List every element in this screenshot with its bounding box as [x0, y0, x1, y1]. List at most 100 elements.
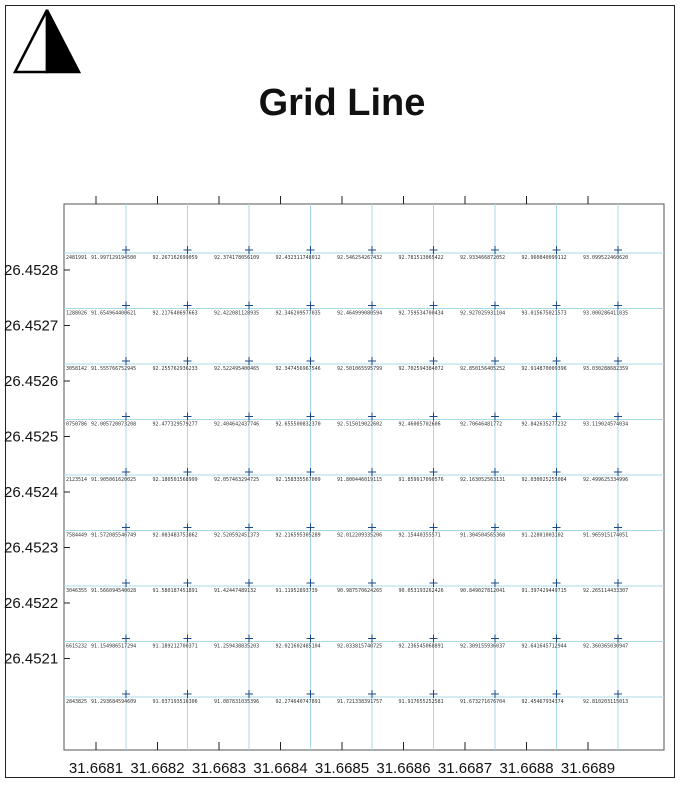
point-value-label: 92.641645712944 [522, 644, 567, 650]
point-value-label: 91.654964400621 [91, 311, 136, 317]
point-value-label: 92.810203115013 [583, 699, 628, 705]
point-value-label: 92.759534700434 [399, 311, 444, 317]
point-value-label: 92.360365030947 [583, 644, 628, 650]
point-value-label: 93.000286411035 [583, 311, 628, 317]
point-value-label: 91.304504565368 [460, 533, 505, 539]
point-value-label: 91.22801003102 [522, 533, 564, 539]
point-value-label: 92.346209577035 [276, 311, 321, 317]
point-value-label: 92.347456967546 [276, 366, 321, 372]
point-value-label: 92.546254267432 [337, 255, 382, 261]
point-value-label: 92.927025931104 [460, 311, 505, 317]
point-value-label: 92.515019022602 [337, 422, 382, 428]
point-value-label: 1288026 [66, 311, 87, 317]
point-value-label: 92.70646481772 [460, 422, 502, 428]
point-value-label: 92.033815740725 [337, 644, 382, 650]
point-value-label: 91.905061620025 [91, 477, 136, 483]
x-tick-label: 31.6682 [130, 760, 184, 777]
point-value-label: 90.053193262426 [399, 588, 444, 594]
point-value-label: 92.012209335206 [337, 533, 382, 539]
point-value-label: 92.520592451373 [214, 533, 259, 539]
point-value-label: 93.030288682359 [583, 366, 628, 372]
point-value-label: 92.083483753862 [153, 533, 198, 539]
point-value-label: 92.267162699059 [153, 255, 198, 261]
point-value-label: 92.46005702606 [399, 422, 441, 428]
point-value-label: 92.180501568999 [153, 477, 198, 483]
point-value-label: 2843825 [66, 699, 87, 705]
point-value-label: 91.555766752945 [91, 366, 136, 372]
point-value-label: 92.914870009396 [522, 366, 567, 372]
point-value-label: 92.265114433307 [583, 588, 628, 594]
x-tick-label: 31.6687 [438, 760, 492, 777]
y-tick-label: 26.4525 [4, 429, 58, 446]
point-value-label: 91.037193516306 [153, 699, 198, 705]
point-value-label: 91.397429449715 [522, 588, 567, 594]
y-tick-label: 26.4527 [4, 318, 58, 335]
point-value-label: 92.850156405252 [460, 366, 505, 372]
point-value-label: 92.057463294725 [214, 477, 259, 483]
point-value-label: 93.099522460620 [583, 255, 628, 261]
point-value-label: 92.655500832370 [276, 422, 321, 428]
point-value-label: 92.216595305289 [276, 533, 321, 539]
point-value-label: 92.374178056109 [214, 255, 259, 261]
point-value-label: 6615232 [66, 644, 87, 650]
point-value-label: 2123514 [66, 477, 87, 483]
point-value-label: 91.859917090576 [399, 477, 444, 483]
point-value-label: 92.15440355571 [399, 533, 441, 539]
point-value-label: 91.087831035396 [214, 699, 259, 705]
point-value-label: 91.42447489132 [214, 588, 256, 594]
point-value-label: 91.721338391757 [337, 699, 382, 705]
point-value-label: 92.309155936037 [460, 644, 505, 650]
point-value-label: 7584449 [66, 533, 87, 539]
point-value-label: 91.11952893739 [276, 588, 318, 594]
y-tick-label: 26.4523 [4, 540, 58, 557]
point-value-label: 92.236545068891 [399, 644, 444, 650]
x-tick-label: 31.6685 [315, 760, 369, 777]
y-tick-label: 26.4522 [4, 595, 58, 612]
point-value-label: 91.189212700371 [153, 644, 198, 650]
map-area: 2481991 91.997129194500 92.267162699059 92.… [63, 203, 665, 751]
point-value-label: 90.849027812041 [460, 588, 505, 594]
x-tick-label: 31.6681 [69, 760, 123, 777]
point-value-label: 92.217640697663 [153, 311, 198, 317]
point-value-label: 92.422081128935 [214, 311, 259, 317]
point-value-label: 92.933466872052 [460, 255, 505, 261]
x-tick-label: 31.6689 [561, 760, 615, 777]
point-value-label: 92.274640747891 [276, 699, 321, 705]
point-value-label: 92.030025255084 [522, 477, 567, 483]
map-page: Grid Line 2481991 91.997129194500 92.26716… [0, 0, 684, 787]
x-tick-label: 31.6686 [376, 760, 430, 777]
point-value-label: 93.119024574034 [583, 422, 628, 428]
y-tick-label: 26.4524 [4, 484, 58, 501]
point-value-label: 92.702594384072 [399, 366, 444, 372]
point-value-label: 3046355 [66, 588, 87, 594]
point-value-label: 91.965915174051 [583, 533, 628, 539]
y-axis: 26.4528 26.4527 26.4526 26.4525 26.4524 26.45… [4, 262, 70, 668]
point-value-label: 92.522495400465 [214, 366, 259, 372]
point-value-label: 0750786 [66, 422, 87, 428]
x-tick-label: 31.6684 [253, 760, 307, 777]
point-value-label: 91.580187451891 [153, 588, 198, 594]
point-value-label: 91.293684594609 [91, 699, 136, 705]
y-tick-label: 26.4526 [4, 373, 58, 390]
point-value-label: 92.781513065422 [399, 255, 444, 261]
x-tick-label: 31.6688 [499, 760, 553, 777]
map-canvas: 2481991 91.997129194500 92.267162699059 92.… [4, 196, 665, 777]
y-tick-label: 26.4521 [4, 651, 58, 668]
point-value-label: 92.960840099112 [522, 255, 567, 261]
point-value-label: 92.464999080594 [337, 311, 382, 317]
point-value-label: 92.158335567009 [276, 477, 321, 483]
point-value-label: 92.163052563131 [460, 477, 505, 483]
point-value-label: 92.432311748012 [276, 255, 321, 261]
point-value-label: 92.404642437746 [214, 422, 259, 428]
y-tick-label: 26.4528 [4, 262, 58, 279]
point-value-label: 92.501065595799 [337, 366, 382, 372]
point-value-label: 92.45467934374 [522, 699, 564, 705]
point-value-label: 3058142 [66, 366, 87, 372]
point-value-label: 91.259438835203 [214, 644, 259, 650]
point-value-label: 93.015675021573 [522, 311, 567, 317]
point-value-label: 91.572085546749 [91, 533, 136, 539]
point-value-label: 92.477329579277 [153, 422, 198, 428]
point-value-label: 91.997129194500 [91, 255, 136, 261]
point-value-label: 90.987570624265 [337, 588, 382, 594]
point-value-label: 92.005720073208 [91, 422, 136, 428]
